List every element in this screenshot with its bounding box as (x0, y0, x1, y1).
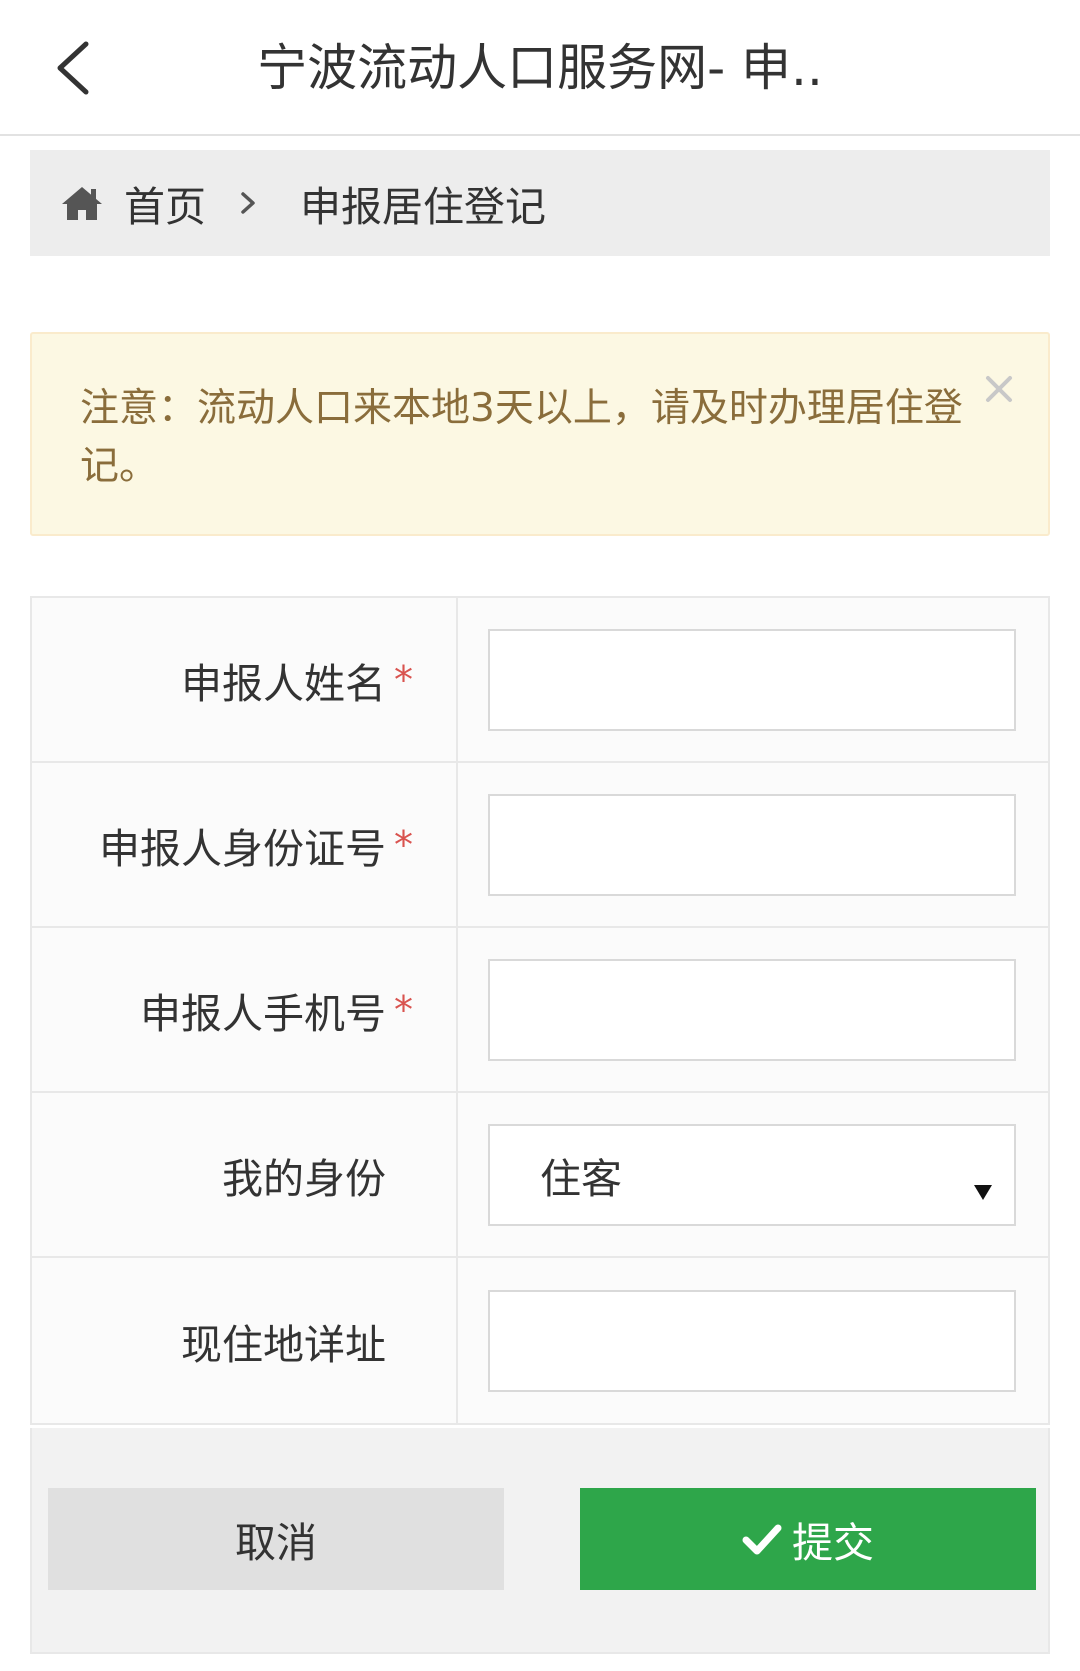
identity-select[interactable]: 住客 (488, 1123, 1016, 1226)
form-row-phone: 申报人手机号 * (32, 928, 1048, 1093)
phone-input[interactable] (488, 958, 1016, 1061)
name-label-cell: 申报人姓名 * (32, 598, 458, 761)
identity-select-cell: 住客 (458, 1093, 1048, 1256)
address-label: 现住地详址 (181, 1320, 386, 1369)
chevron-right-icon (236, 186, 260, 220)
submit-button[interactable]: 提交 (580, 1488, 1036, 1590)
form-actions: 取消 提交 (30, 1428, 1050, 1654)
triangle-down-icon (972, 1164, 994, 1200)
breadcrumb-current: 申报居住登记 (300, 183, 546, 231)
form-row-identity: 我的身份 住客 (32, 1093, 1048, 1258)
top-nav-bar: 宁波流动人口服务网- 申.. (0, 0, 1080, 136)
chevron-left-icon (57, 41, 89, 95)
submit-button-label: 提交 (792, 1520, 874, 1566)
name-input[interactable] (488, 628, 1016, 731)
address-label-cell: 现住地详址 (32, 1258, 458, 1423)
cancel-button-label: 取消 (235, 1520, 317, 1566)
identity-selected-value: 住客 (540, 1154, 622, 1203)
notice-alert: 注意：流动人口来本地3天以上，请及时办理居住登记。 (30, 332, 1050, 536)
id-number-input-cell (458, 763, 1048, 926)
form-row-address: 现住地详址 (32, 1258, 1048, 1423)
name-label: 申报人姓名 (181, 659, 386, 708)
form-row-id-number: 申报人身份证号 * (32, 763, 1048, 928)
breadcrumb: 首页 申报居住登记 (30, 150, 1050, 256)
close-icon[interactable] (984, 374, 1014, 404)
address-input[interactable] (488, 1289, 1016, 1392)
identity-label: 我的身份 (222, 1154, 386, 1203)
id-number-input[interactable] (488, 793, 1016, 896)
alert-message: 注意：流动人口来本地3天以上，请及时办理居住登记。 (80, 386, 963, 489)
required-mark: * (394, 987, 413, 1032)
identity-label-cell: 我的身份 (32, 1093, 458, 1256)
check-icon (742, 1522, 782, 1556)
breadcrumb-home-link[interactable]: 首页 (124, 173, 206, 233)
phone-input-cell (458, 928, 1048, 1091)
cancel-button[interactable]: 取消 (48, 1488, 504, 1590)
id-number-label: 申报人身份证号 (99, 824, 386, 873)
phone-label-cell: 申报人手机号 * (32, 928, 458, 1091)
required-mark: * (394, 657, 413, 702)
id-number-label-cell: 申报人身份证号 * (32, 763, 458, 926)
back-button[interactable] (44, 28, 114, 108)
phone-label: 申报人手机号 (140, 989, 386, 1038)
required-mark: * (394, 822, 413, 867)
address-input-cell (458, 1258, 1048, 1423)
form-row-name: 申报人姓名 * (32, 598, 1048, 763)
page-title: 宁波流动人口服务网- 申.. (257, 39, 823, 97)
name-input-cell (458, 598, 1048, 761)
home-icon[interactable] (60, 183, 104, 223)
registration-form: 申报人姓名 * 申报人身份证号 * 申报人手机号 * 我的身份 住客 现住地详址 (30, 596, 1050, 1425)
